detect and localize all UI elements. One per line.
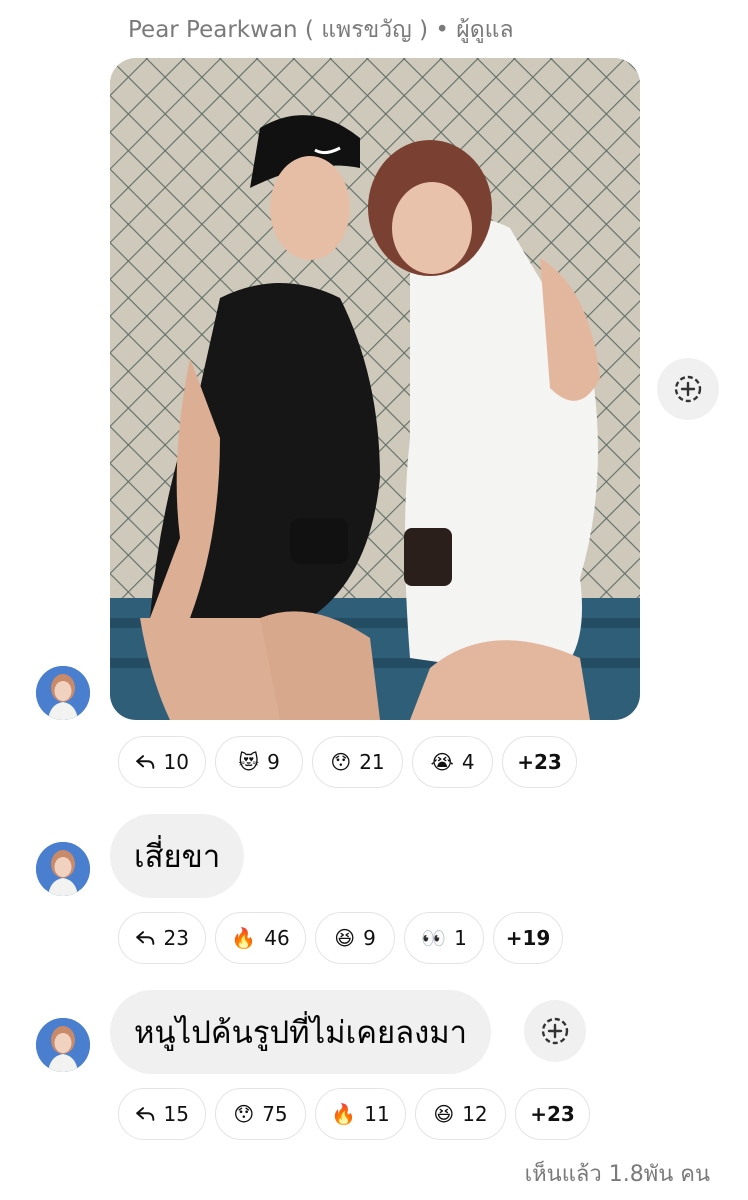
reply-count-pill[interactable]: 10 — [118, 736, 206, 788]
add-reaction-button[interactable] — [657, 358, 719, 420]
reaction-count: 21 — [359, 750, 385, 774]
reaction-pill[interactable]: 😯 75 — [215, 1088, 306, 1140]
message-bubble[interactable]: หนูไปค้นรูปที่ไม่เคยลงมา — [110, 990, 492, 1074]
more-reactions-pill[interactable]: +23 — [515, 1088, 590, 1140]
reply-icon — [136, 1107, 155, 1121]
reply-count: 15 — [163, 1102, 189, 1126]
reaction-count: 11 — [364, 1102, 390, 1126]
fire-emoji: 🔥 — [231, 926, 257, 950]
reply-count-pill[interactable]: 15 — [118, 1088, 206, 1140]
message-bubble[interactable]: เสี่ยขา — [110, 814, 245, 898]
reaction-count: 9 — [363, 926, 376, 950]
reaction-pill[interactable]: 😆 9 — [315, 912, 395, 964]
reaction-count: 12 — [462, 1102, 488, 1126]
reply-count-pill[interactable]: 23 — [118, 912, 206, 964]
reaction-count: 9 — [267, 750, 280, 774]
reactions-row: 15 😯 75 🔥 11 😆 12 +23 — [118, 1088, 590, 1140]
heart-eyes-cat-emoji: 😻 — [238, 750, 260, 774]
fire-emoji: 🔥 — [331, 1102, 357, 1126]
reply-count: 10 — [163, 750, 189, 774]
hushed-face-emoji: 😯 — [330, 750, 352, 774]
eyes-emoji: 👀 — [421, 926, 447, 950]
more-reactions-count: +19 — [505, 926, 551, 950]
grinning-squint-emoji: 😆 — [433, 1102, 455, 1126]
add-reaction-button[interactable] — [524, 1000, 586, 1062]
seen-count: เห็นแล้ว 1.8พัน คน — [524, 1162, 710, 1187]
reaction-pill[interactable]: 👀 1 — [404, 912, 484, 964]
message-photo[interactable] — [110, 58, 640, 720]
reactions-row: 23 🔥 46 😆 9 👀 1 +19 — [118, 912, 563, 964]
avatar[interactable] — [36, 842, 90, 896]
reaction-count: 4 — [461, 750, 475, 774]
reaction-count: 1 — [454, 926, 467, 950]
more-reactions-pill[interactable]: +23 — [502, 736, 577, 788]
reaction-pill[interactable]: 🔥 46 — [215, 912, 306, 964]
add-reaction-icon — [674, 375, 702, 403]
more-reactions-count: +23 — [530, 1102, 575, 1126]
crying-face-emoji: 😭 — [430, 750, 454, 774]
avatar[interactable] — [36, 666, 90, 720]
reactions-row: 10 😻 9 😯 21 😭 4 +23 — [118, 736, 577, 788]
sender-name: Pear Pearkwan ( แพรขวัญ ) • ผู้ดูแล — [128, 17, 514, 43]
reaction-pill[interactable]: 😭 4 — [412, 736, 493, 788]
reaction-count: 46 — [264, 926, 290, 950]
more-reactions-count: +23 — [517, 750, 562, 774]
grinning-squint-emoji: 😆 — [334, 926, 356, 950]
reply-icon — [136, 931, 155, 945]
reaction-pill[interactable]: 🔥 11 — [315, 1088, 406, 1140]
reaction-pill[interactable]: 😻 9 — [215, 736, 303, 788]
more-reactions-pill[interactable]: +19 — [493, 912, 563, 964]
reaction-count: 75 — [262, 1102, 288, 1126]
reply-count: 23 — [163, 926, 189, 950]
reaction-pill[interactable]: 😆 12 — [415, 1088, 506, 1140]
reply-icon — [136, 755, 155, 769]
hushed-face-emoji: 😯 — [233, 1102, 255, 1126]
reaction-pill[interactable]: 😯 21 — [312, 736, 403, 788]
avatar[interactable] — [36, 1018, 90, 1072]
add-reaction-icon — [541, 1017, 569, 1045]
